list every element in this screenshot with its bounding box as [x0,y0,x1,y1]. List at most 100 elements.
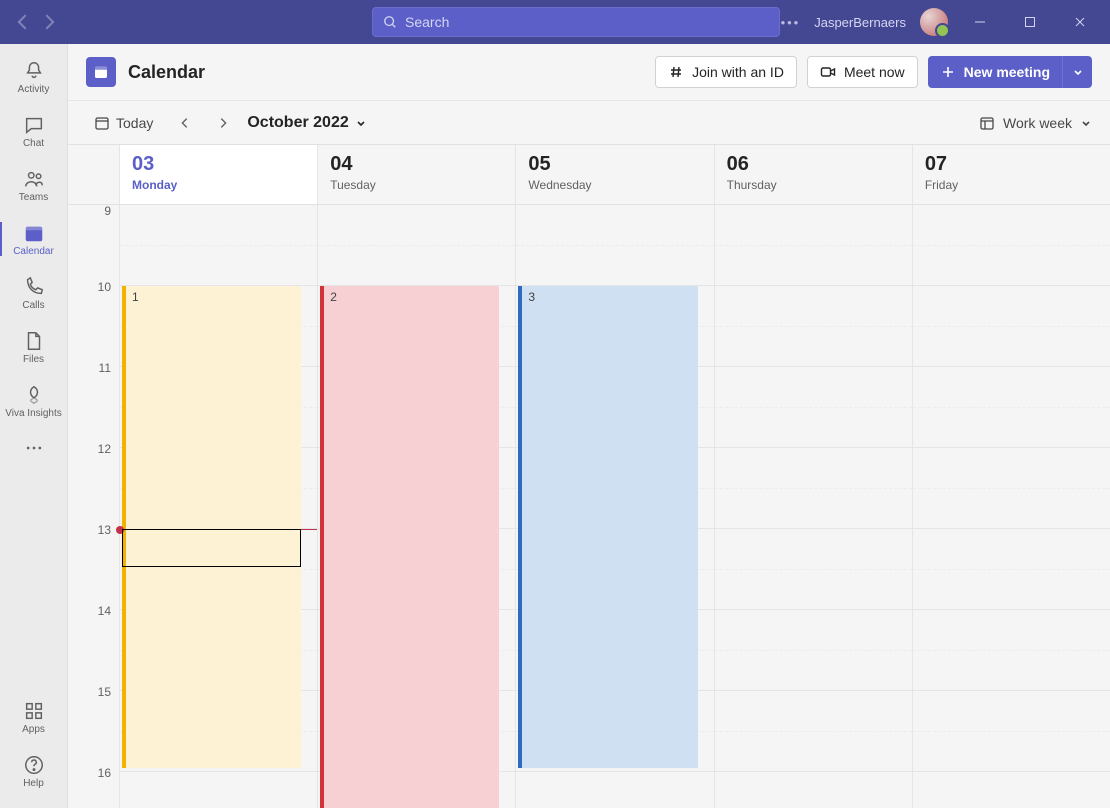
join-with-id-button[interactable]: Join with an ID [655,56,797,88]
plus-icon [940,64,956,80]
day-header[interactable]: 07Friday [913,145,1110,205]
calendar-small-icon [94,115,110,131]
meet-now-button[interactable]: Meet now [807,56,918,88]
rail-viva[interactable]: Viva Insights [0,374,68,428]
hour-label: 9 [68,205,119,286]
chevron-left-icon [178,116,192,130]
file-icon [23,330,45,352]
rail-more[interactable] [0,428,68,468]
today-button[interactable]: Today [86,109,161,137]
rail-calls[interactable]: Calls [0,266,68,320]
rail-label: Apps [22,724,45,735]
new-meeting-dropdown[interactable] [1062,56,1092,88]
rail-label: Files [23,354,44,365]
user-name-label: JasperBernaers [814,15,906,30]
month-picker[interactable]: October 2022 [247,114,366,132]
titlebar: Search ••• JasperBernaers [0,0,1110,44]
day-column[interactable]: 04 Tuesday 2 [318,145,516,808]
day-header[interactable]: 04 Tuesday [318,145,515,205]
window-minimize-button[interactable] [962,7,998,37]
forward-button[interactable] [38,11,60,33]
back-button[interactable] [12,11,34,33]
day-of-week: Thursday [727,178,900,192]
time-slots[interactable] [913,205,1110,808]
day-of-week: Monday [132,178,305,192]
next-week-button[interactable] [209,109,237,137]
hour-label: 15 [68,691,119,772]
search-input[interactable]: Search [372,7,780,37]
viva-icon [23,384,45,406]
ellipsis-icon [24,438,44,458]
day-column[interactable]: 06Thursday [715,145,913,808]
day-header[interactable]: 03 Monday [120,145,317,205]
prev-week-button[interactable] [171,109,199,137]
button-label: Meet now [844,64,905,80]
calendar-grid: 910111213141516 03Monday104Tuesday205Wed… [68,144,1110,808]
rail-help[interactable]: Help [0,744,68,798]
chat-icon [23,114,45,136]
day-column[interactable]: 07Friday [913,145,1110,808]
calendar-event[interactable]: 1 [122,286,301,768]
calendar-icon [23,222,45,244]
calendar-toolbar: Today October 2022 Work week [68,100,1110,144]
chevron-down-icon [1080,117,1092,129]
bell-icon [23,60,45,82]
rail-label: Help [23,778,44,789]
phone-icon [23,276,45,298]
calendar-app-icon [86,57,116,87]
window-maximize-button[interactable] [1012,7,1048,37]
day-header[interactable]: 06Thursday [715,145,912,205]
rail-files[interactable]: Files [0,320,68,374]
calendar-event[interactable]: 2 [320,286,499,808]
day-of-week: Friday [925,178,1098,192]
chevron-right-icon [216,116,230,130]
day-column[interactable]: 05 Wednesday 3 [516,145,714,808]
rail-activity[interactable]: Activity [0,50,68,104]
rail-teams[interactable]: Teams [0,158,68,212]
hour-label: 16 [68,772,119,808]
day-of-week: Wednesday [528,178,701,192]
day-columns: 03 Monday 1 04 Tuesday 2 05 Wednesday 3 06Thursda… [120,145,1110,808]
time-slots[interactable]: 3 [516,205,713,808]
rail-label: Calls [22,300,44,311]
day-number: 04 [330,153,503,176]
rail-apps[interactable]: Apps [0,690,68,744]
app-rail: Activity Chat Teams Calendar Calls Files… [0,44,68,808]
view-label: Work week [1003,115,1072,131]
help-icon [23,754,45,776]
rail-label: Viva Insights [5,408,62,419]
avatar[interactable] [920,8,948,36]
teams-icon [23,168,45,190]
rail-label: Activity [18,84,50,95]
day-of-week: Tuesday [330,178,503,192]
day-column[interactable]: 03 Monday 1 [120,145,318,808]
more-options-button[interactable]: ••• [781,15,801,30]
search-icon [383,15,397,29]
page-title: Calendar [128,62,205,83]
view-selector[interactable]: Work week [979,115,1092,131]
day-number: 05 [528,153,701,176]
window-close-button[interactable] [1062,7,1098,37]
rail-chat[interactable]: Chat [0,104,68,158]
apps-icon [23,700,45,722]
day-header[interactable]: 05 Wednesday [516,145,713,205]
chevron-down-icon [1072,66,1084,78]
hour-label: 13 [68,529,119,610]
time-slots[interactable] [715,205,912,808]
new-meeting-button[interactable]: New meeting [928,56,1062,88]
new-event-selection[interactable] [122,529,301,567]
time-slots[interactable]: 1 [120,205,317,808]
calendar-event[interactable]: 3 [518,286,697,768]
time-slots[interactable]: 2 [318,205,515,808]
rail-label: Teams [19,192,48,203]
content-area: Calendar Join with an ID Meet now New me… [68,44,1110,808]
rail-label: Calendar [13,246,54,257]
rail-calendar[interactable]: Calendar [0,212,68,266]
video-icon [820,64,836,80]
day-number: 03 [132,153,305,176]
search-placeholder: Search [405,14,449,30]
page-header: Calendar Join with an ID Meet now New me… [68,44,1110,100]
rail-label: Chat [23,138,44,149]
hour-label: 10 [68,286,119,367]
calendar-view-icon [979,115,995,131]
